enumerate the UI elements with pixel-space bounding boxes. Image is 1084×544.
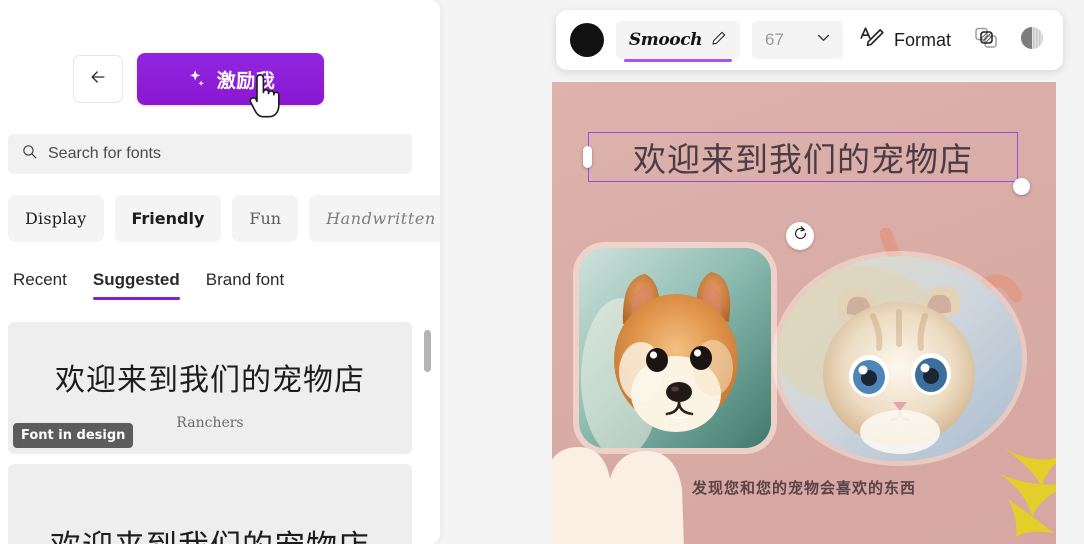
- text-color-swatch[interactable]: [570, 23, 604, 57]
- tab-recent[interactable]: Recent: [13, 270, 67, 300]
- font-card-sample: 欢迎来到我们的宠物店: [55, 363, 365, 398]
- position-layers-icon: [973, 25, 999, 56]
- heading-text-element[interactable]: 欢迎来到我们的宠物店: [583, 132, 1030, 195]
- chevron-down-icon: [815, 29, 832, 51]
- heading-text-value: 欢迎来到我们的宠物店: [633, 140, 973, 179]
- transparency-button[interactable]: [1015, 23, 1049, 57]
- tab-suggested[interactable]: Suggested: [92, 270, 180, 300]
- chip-friendly[interactable]: Friendly: [114, 195, 222, 242]
- transparency-icon: [1018, 24, 1046, 57]
- panel-scrollbar-thumb[interactable]: [424, 330, 431, 372]
- search-placeholder: Search for fonts: [48, 145, 161, 162]
- design-canvas[interactable]: 欢迎来到我们的宠物店 发现您和您的宠物会喜欢的东西: [552, 82, 1056, 544]
- rotate-icon: [792, 225, 809, 247]
- resize-handle-corner[interactable]: [1013, 178, 1030, 195]
- text-format-toolbar: Smooch 67 Format: [556, 10, 1064, 70]
- back-button[interactable]: [73, 55, 123, 103]
- subtitle-text-element[interactable]: 发现您和您的宠物会喜欢的东西: [552, 477, 1056, 498]
- font-category-chips: Display Friendly Fun Handwritten Mo: [8, 195, 440, 242]
- font-size-field[interactable]: 67: [752, 21, 843, 59]
- format-button[interactable]: Format: [855, 21, 957, 59]
- pencil-icon: [711, 30, 727, 51]
- chip-handwritten[interactable]: Handwritten: [309, 195, 440, 242]
- font-size-value: 67: [765, 30, 784, 49]
- font-card-sample: 欢迎来到我们的宠物店: [50, 521, 370, 544]
- font-name-field[interactable]: Smooch: [616, 21, 740, 62]
- panel-header: 激励我: [0, 48, 440, 110]
- app-root: 激励我 Search for fonts Display Friendly Fu…: [0, 0, 1084, 544]
- search-input[interactable]: Search for fonts: [8, 134, 412, 174]
- puppy-photo[interactable]: [579, 248, 771, 448]
- font-source-tabs: Recent Suggested Brand font: [13, 258, 284, 300]
- format-label: Format: [894, 29, 952, 50]
- font-side-panel: 激励我 Search for fonts Display Friendly Fu…: [0, 0, 440, 544]
- rotate-handle[interactable]: [786, 222, 814, 250]
- font-card-second[interactable]: 欢迎来到我们的宠物店: [8, 464, 412, 544]
- inspire-me-label: 激励我: [216, 69, 276, 92]
- text-format-icon: [859, 25, 885, 56]
- kitten-photo[interactable]: [777, 256, 1022, 461]
- resize-handle-left[interactable]: [583, 146, 592, 168]
- font-in-design-tooltip: Font in design: [13, 423, 134, 448]
- font-card-name: Ranchers: [176, 415, 244, 431]
- chip-display[interactable]: Display: [8, 195, 104, 242]
- chip-fun[interactable]: Fun: [232, 195, 299, 242]
- font-name-value: Smooch: [628, 30, 703, 50]
- inspire-me-button[interactable]: 激励我: [137, 53, 324, 105]
- sparkle-icon: [186, 68, 208, 90]
- tab-brand-font[interactable]: Brand font: [206, 270, 284, 300]
- back-arrow-icon: [88, 67, 108, 92]
- search-icon: [21, 143, 38, 165]
- position-layers-button[interactable]: [969, 23, 1003, 57]
